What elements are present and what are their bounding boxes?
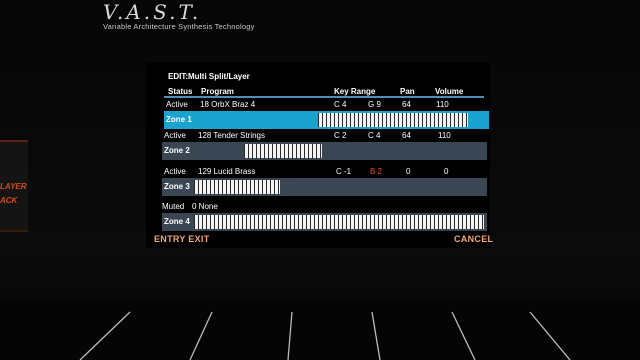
zone-program: 0 None: [192, 202, 218, 211]
zone-program: 18 OrbX Braz 4: [200, 100, 256, 109]
lcd-screen: EDIT:Multi Split/Layer Status Program Ke…: [146, 62, 493, 248]
column-header-pan: Pan: [400, 87, 415, 96]
zone-row-1[interactable]: Active 18 OrbX Braz 4 C 4 G 9 64 110 Zon…: [164, 100, 491, 130]
zone-label: Zone 1: [166, 115, 192, 124]
column-header-volume: Volume: [435, 87, 464, 96]
zone-volume: 0: [444, 167, 449, 176]
entry-exit-button[interactable]: ENTRY EXIT: [154, 234, 210, 244]
keyboard-range: [194, 180, 280, 194]
zone-bar: Zone 1: [164, 111, 489, 129]
zone-row-4[interactable]: Muted 0 None Zone 4: [162, 202, 489, 232]
zone-bar: Zone 3: [162, 178, 487, 196]
logo-text: V.A.S.T.: [103, 0, 202, 24]
zone-key-low: C 2: [334, 131, 347, 140]
zone-key-high: G 9: [368, 100, 381, 109]
column-header-program: Program: [201, 87, 234, 96]
side-label-layer: LAYER: [0, 182, 27, 191]
side-label-ack: ACK: [0, 196, 18, 205]
zone-program: 129 Lucid Brass: [198, 167, 256, 176]
zone-status: Active: [166, 100, 188, 109]
cancel-button[interactable]: CANCEL: [454, 234, 493, 244]
zone-bar: Zone 4: [162, 213, 487, 231]
zone-program: 128 Tender Strings: [198, 131, 266, 140]
zone-status: Active: [164, 131, 186, 140]
bezel-panel-lines: [0, 300, 640, 360]
zone-label: Zone 2: [164, 146, 190, 155]
side-button-panel: LAYER ACK: [0, 140, 28, 232]
zone-label: Zone 4: [164, 217, 190, 226]
zone-key-high: C 4: [368, 131, 381, 140]
zone-volume: 110: [438, 131, 451, 140]
zone-pan: 0: [406, 167, 411, 176]
header-divider: [164, 96, 484, 98]
keyboard-range: [244, 144, 322, 158]
zone-key-low: C 4: [334, 100, 347, 109]
column-header-status: Status: [168, 87, 193, 96]
zone-row-3[interactable]: Active 129 Lucid Brass C -1 B 2 0 0 Zone…: [162, 167, 489, 197]
zone-label: Zone 3: [164, 182, 190, 191]
column-header-key-range: Key Range: [334, 87, 376, 96]
zone-key-low: C -1: [336, 167, 352, 176]
brand-logo: V.A.S.T. Variable Architecture Synthesis…: [103, 0, 255, 31]
zone-pan: 64: [402, 100, 411, 109]
zone-row-2[interactable]: Active 128 Tender Strings C 2 C 4 64 110…: [162, 131, 489, 161]
page-title: EDIT:Multi Split/Layer: [168, 72, 250, 81]
zone-status: Muted: [162, 202, 185, 211]
zone-key-high: B 2: [370, 167, 383, 176]
keyboard-range: [194, 215, 484, 229]
zone-volume: 110: [436, 100, 449, 109]
zone-bar: Zone 2: [162, 142, 487, 160]
zone-status: Active: [164, 167, 186, 176]
zone-pan: 64: [402, 131, 411, 140]
logo-tagline: Variable Architecture Synthesis Technolo…: [103, 22, 255, 31]
keyboard-range: [318, 113, 468, 127]
